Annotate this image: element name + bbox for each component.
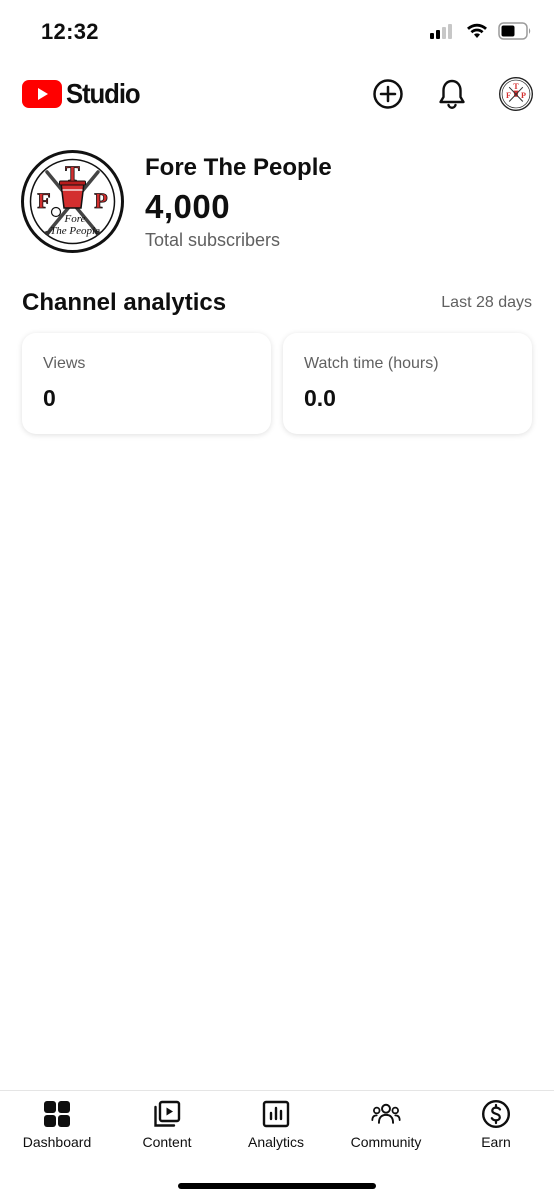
- nav-earn[interactable]: Earn: [441, 1099, 551, 1159]
- avatar-letter-p: P: [94, 188, 107, 213]
- status-time: 12:32: [41, 19, 99, 44]
- analytics-header: Channel analytics Last 28 days: [22, 289, 532, 321]
- dashboard-grid-icon: [44, 1101, 70, 1127]
- youtube-play-icon: [22, 80, 62, 108]
- content-library-icon: [154, 1100, 181, 1127]
- analytics-chart-icon: [262, 1100, 290, 1128]
- logo-text: Studio: [66, 78, 141, 109]
- cellular-signal-icon: [430, 24, 452, 39]
- views-label: Views: [43, 355, 86, 372]
- avatar-script-fore: Fore: [64, 213, 86, 225]
- avatar-letter-t: T: [65, 161, 80, 186]
- views-value: 0: [43, 385, 56, 411]
- nav-community[interactable]: Community: [331, 1099, 441, 1159]
- wifi-icon: [467, 23, 487, 38]
- nav-content[interactable]: Content: [112, 1099, 222, 1159]
- avatar-script-the-people: The People: [50, 225, 100, 237]
- svg-text:T: T: [513, 82, 519, 91]
- channel-summary: T F P Fore The People Fore The People 4,…: [21, 150, 531, 254]
- channel-logo-icon: T F P Fore The People: [21, 150, 124, 253]
- watch-time-card[interactable]: Watch time (hours) 0.0: [283, 333, 532, 434]
- nav-earn-label: Earn: [481, 1134, 511, 1150]
- notifications-button[interactable]: [434, 76, 470, 112]
- svg-text:F: F: [506, 91, 511, 100]
- channel-logo-small-icon: T F P: [499, 77, 533, 111]
- community-people-icon: [371, 1103, 401, 1124]
- analytics-range: Last 28 days: [441, 294, 532, 311]
- home-indicator[interactable]: [178, 1183, 376, 1189]
- youtube-studio-logo: Studio: [22, 78, 146, 110]
- status-icons: [430, 22, 532, 40]
- channel-info: Fore The People 4,000 Total subscribers: [145, 154, 332, 251]
- nav-content-label: Content: [142, 1134, 192, 1150]
- earn-dollar-icon: [481, 1099, 511, 1129]
- app-header: Studio T F P: [0, 62, 554, 126]
- channel-name: Fore The People: [145, 154, 332, 181]
- analytics-cards: Views 0 Watch time (hours) 0.0: [22, 333, 532, 435]
- create-plus-icon: [373, 79, 403, 109]
- watch-time-label: Watch time (hours): [304, 355, 439, 372]
- notifications-bell-icon: [439, 79, 465, 109]
- nav-community-label: Community: [350, 1134, 422, 1150]
- svg-text:P: P: [521, 91, 526, 100]
- channel-avatar[interactable]: T F P Fore The People: [21, 150, 124, 253]
- header-actions: T F P: [342, 76, 534, 112]
- status-bar: 12:32: [0, 0, 554, 62]
- analytics-title: Channel analytics: [22, 289, 227, 316]
- watch-time-value: 0.0: [304, 385, 336, 411]
- nav-dashboard[interactable]: Dashboard: [2, 1099, 112, 1159]
- views-card[interactable]: Views 0: [22, 333, 271, 434]
- create-button[interactable]: [370, 76, 406, 112]
- nav-analytics[interactable]: Analytics: [221, 1099, 331, 1159]
- nav-analytics-label: Analytics: [247, 1134, 305, 1150]
- avatar-letter-f: F: [37, 188, 50, 213]
- account-avatar[interactable]: T F P: [498, 76, 534, 112]
- nav-dashboard-label: Dashboard: [22, 1134, 92, 1150]
- subscriber-label: Total subscribers: [145, 230, 281, 250]
- battery-icon: [498, 22, 531, 40]
- subscriber-count: 4,000: [145, 188, 231, 225]
